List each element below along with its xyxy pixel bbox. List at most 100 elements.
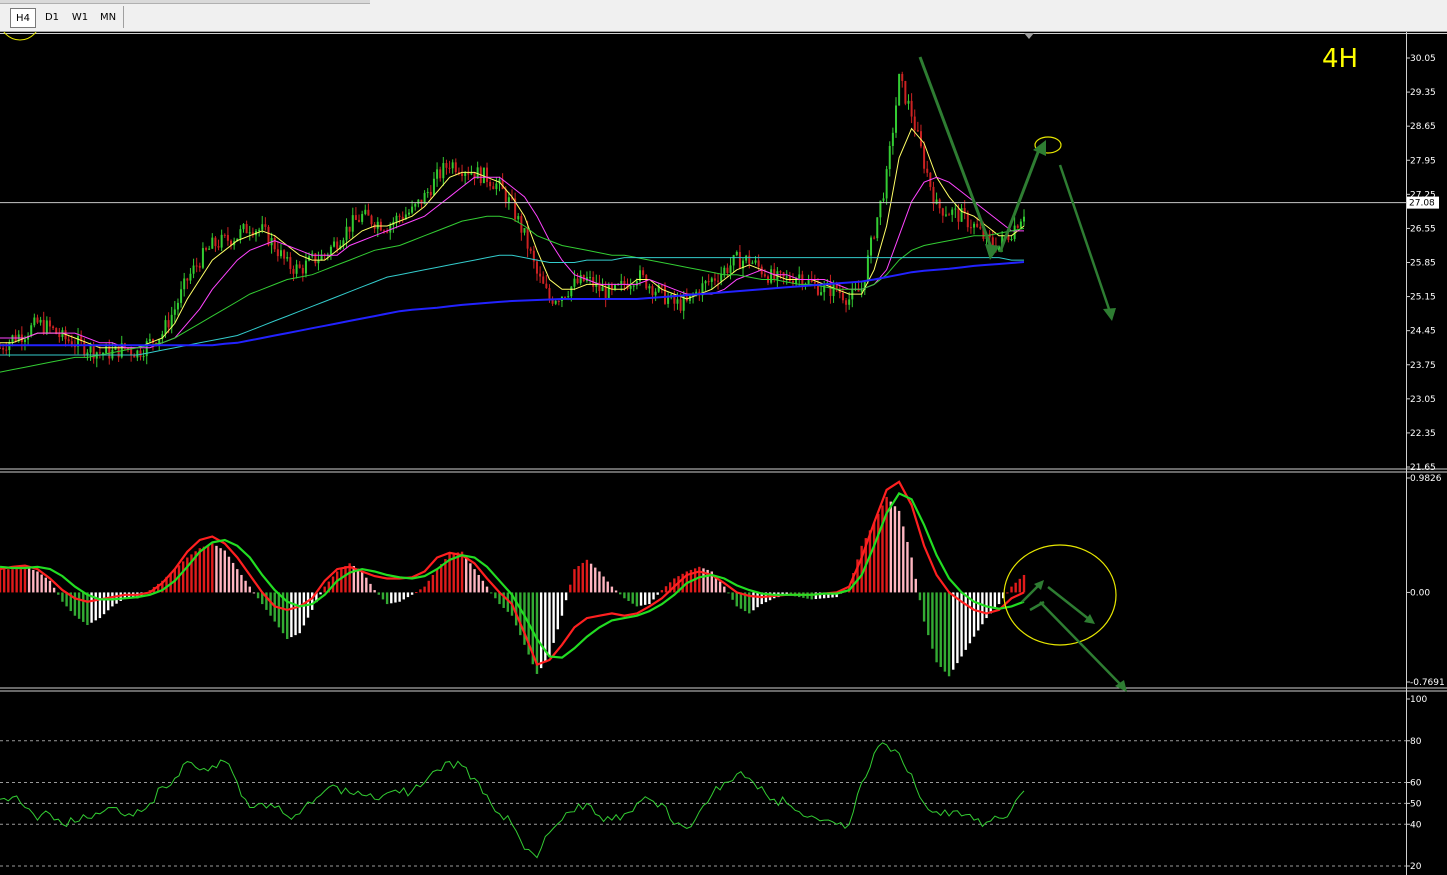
- macd-histogram-bar: [23, 566, 27, 593]
- macd-histogram-bar: [44, 577, 47, 593]
- candle-body: [567, 296, 570, 298]
- candle-body: [763, 274, 766, 277]
- macd-histogram-bar: [7, 569, 10, 593]
- timeframe-d1-button[interactable]: D1: [40, 8, 64, 28]
- candle-body: [136, 350, 139, 358]
- candle-body: [642, 270, 645, 276]
- candle-body: [0, 347, 1, 349]
- candle-body: [832, 283, 835, 297]
- macd-histogram-bar: [373, 590, 376, 593]
- trading-chart[interactable]: 30.0529.3528.6527.9527.2526.5525.8525.15…: [0, 32, 1447, 875]
- macd-histogram-bar: [639, 592, 643, 606]
- candle-body: [788, 276, 791, 281]
- macd-histogram-bar: [248, 586, 251, 593]
- macd-histogram-bar: [410, 592, 414, 595]
- macd-histogram-bar: [893, 506, 897, 593]
- candle-body: [1016, 225, 1019, 228]
- macd-histogram-bar: [369, 583, 372, 593]
- candle-body: [907, 100, 910, 104]
- timeframe-h4-button[interactable]: H4: [10, 8, 36, 28]
- timeframe-mn-button[interactable]: MN: [95, 8, 121, 28]
- candle-body: [30, 325, 33, 336]
- timeframe-w1-button[interactable]: W1: [68, 8, 92, 28]
- candle-body: [276, 249, 279, 257]
- macd-histogram-bar: [186, 557, 189, 593]
- macd-histogram-bar: [252, 592, 256, 594]
- macd-histogram-bar: [514, 592, 518, 626]
- candle-body: [845, 300, 848, 305]
- macd-histogram-bar: [494, 592, 497, 599]
- candle-body: [629, 285, 632, 289]
- candle-body: [264, 224, 267, 227]
- candle-body: [58, 333, 61, 338]
- candle-body: [757, 260, 760, 267]
- macd-tick-label: 0.00: [1410, 588, 1430, 598]
- macd-histogram-bar: [564, 592, 568, 601]
- candle-body: [679, 299, 682, 311]
- candle-body: [52, 326, 55, 329]
- macd-histogram-bar: [40, 574, 43, 593]
- price-tick-label: 29.35: [1410, 88, 1436, 98]
- candle-body: [973, 223, 976, 228]
- candle-body: [176, 302, 179, 310]
- macd-histogram-bar: [402, 592, 405, 600]
- macd-histogram-bar: [989, 592, 992, 614]
- macd-histogram-bar: [539, 592, 543, 669]
- macd-histogram-bar: [469, 563, 472, 593]
- macd-histogram-bar: [236, 569, 239, 593]
- price-tick-label: 26.55: [1410, 224, 1436, 234]
- macd-histogram-bar: [723, 586, 726, 593]
- candle-body: [11, 335, 14, 342]
- candle-body: [304, 260, 307, 274]
- candle-body: [489, 181, 492, 187]
- macd-histogram-bar: [390, 592, 393, 604]
- candle-body: [130, 349, 133, 355]
- candle-body: [660, 285, 663, 287]
- candle-body: [891, 132, 894, 146]
- candle-body: [329, 246, 332, 255]
- candle-body: [148, 339, 151, 342]
- candle-body: [745, 255, 748, 261]
- candle-body: [651, 286, 654, 296]
- macd-histogram-bar: [1006, 592, 1009, 594]
- macd-histogram-bar: [556, 592, 559, 630]
- candle-body: [726, 267, 729, 273]
- candle-body: [813, 281, 816, 284]
- candle-body: [376, 221, 379, 229]
- candle-body: [401, 216, 404, 220]
- candle-body: [242, 224, 245, 230]
- macd-histogram-bar: [1014, 582, 1017, 593]
- candle-body: [663, 286, 666, 304]
- macd-histogram-bar: [935, 592, 938, 663]
- candle-body: [991, 237, 994, 246]
- macd-histogram-bar: [381, 592, 385, 600]
- candle-body: [576, 278, 579, 284]
- candle-body: [954, 208, 957, 210]
- macd-histogram-bar: [215, 545, 218, 593]
- candle-body: [358, 219, 361, 222]
- candle-body: [5, 349, 8, 351]
- macd-tick-label: -0.7691: [1410, 678, 1445, 688]
- macd-histogram-bar: [231, 562, 235, 593]
- candle-body: [526, 228, 529, 249]
- macd-histogram-bar: [57, 592, 60, 595]
- macd-histogram-bar: [756, 592, 759, 608]
- candle-body: [348, 226, 351, 232]
- macd-histogram-bar: [456, 552, 460, 593]
- chart-background: [0, 32, 1447, 875]
- candle-body: [529, 248, 532, 251]
- candle-body: [183, 278, 186, 290]
- candle-body: [876, 217, 879, 239]
- candle-body: [139, 350, 142, 357]
- macd-tick-label: 0.9826: [1410, 474, 1442, 484]
- macd-histogram-bar: [323, 586, 326, 593]
- macd-histogram-bar: [177, 565, 181, 593]
- macd-histogram-bar: [206, 545, 210, 593]
- macd-histogram-bar: [972, 592, 976, 637]
- macd-histogram-bar: [319, 592, 322, 595]
- candle-body: [779, 271, 782, 273]
- candle-body: [895, 105, 897, 133]
- macd-histogram-bar: [460, 551, 464, 593]
- macd-histogram-bar: [623, 592, 626, 599]
- candle-body: [717, 280, 720, 282]
